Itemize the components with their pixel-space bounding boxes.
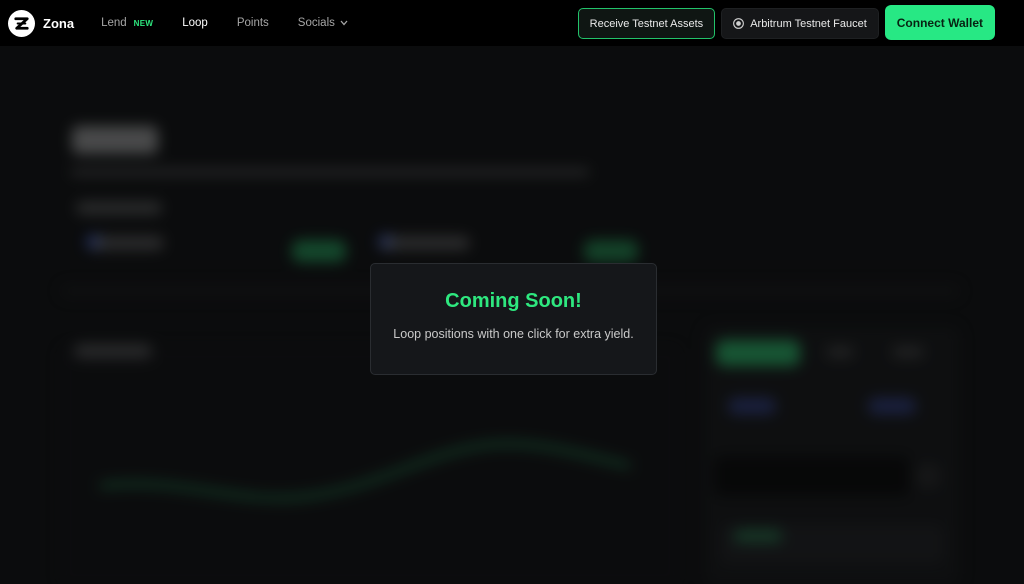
blurred-token-name — [380, 236, 470, 250]
nav-actions: Receive Testnet Assets Arbitrum Testnet … — [577, 5, 995, 40]
blurred-subtitle — [70, 168, 590, 176]
nav-item-label: Socials — [297, 17, 335, 29]
blurred-token-name — [90, 236, 164, 250]
brand-home-link[interactable]: Zona — [8, 9, 75, 37]
brand-name: Zona — [43, 15, 75, 31]
arbitrum-faucet-button[interactable]: Arbitrum Testnet Faucet — [721, 8, 879, 39]
coming-soon-modal: Coming Soon! Loop positions with one cli… — [370, 263, 657, 375]
receive-testnet-assets-button[interactable]: Receive Testnet Assets — [577, 8, 716, 39]
connect-wallet-button[interactable]: Connect Wallet — [884, 5, 995, 40]
nav-item-label: Points — [236, 17, 269, 29]
blurred-panel-tab — [892, 346, 924, 358]
blurred-green-value — [292, 240, 346, 262]
nav-item-loop[interactable]: Loop — [182, 17, 208, 29]
top-navbar: Zona Lend NEW Loop Points Socials Receiv… — [0, 0, 1024, 46]
blurred-panel-tab — [716, 340, 800, 366]
modal-description: Loop positions with one click for extra … — [393, 327, 634, 341]
blurred-green-value — [734, 530, 782, 542]
nav-item-socials[interactable]: Socials — [298, 17, 348, 29]
blurred-chart-line — [99, 441, 631, 501]
zona-logo-icon — [8, 9, 35, 37]
blurred-label — [76, 202, 162, 214]
nav-links: Lend NEW Loop Points Socials — [101, 17, 377, 29]
arbitrum-icon — [733, 18, 745, 29]
blurred-panel-button — [916, 464, 940, 488]
modal-title: Coming Soon! — [445, 290, 582, 312]
nav-item-label: Lend — [101, 17, 127, 29]
blurred-page-title — [72, 126, 158, 154]
new-badge: NEW — [133, 18, 154, 28]
arbitrum-faucet-label: Arbitrum Testnet Faucet — [750, 17, 867, 30]
nav-item-points[interactable]: Points — [237, 17, 269, 29]
chevron-down-icon — [340, 20, 348, 26]
blurred-token-icon — [868, 398, 916, 414]
nav-item-label: Loop — [182, 17, 208, 29]
blurred-amount-input — [714, 456, 910, 496]
blurred-label — [74, 344, 152, 358]
blurred-panel-tab — [826, 346, 854, 358]
blurred-green-value — [584, 240, 638, 262]
nav-item-lend[interactable]: Lend NEW — [101, 17, 153, 29]
blurred-token-icon — [728, 398, 776, 414]
